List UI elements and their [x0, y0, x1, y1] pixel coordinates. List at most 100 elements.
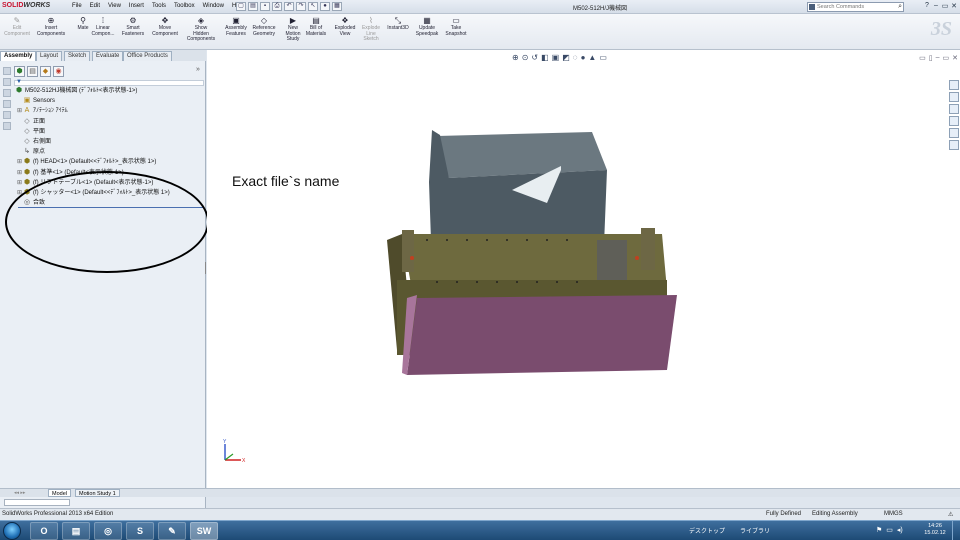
search-scope-icon[interactable] [809, 4, 815, 10]
save-icon[interactable]: ▪ [260, 2, 270, 11]
view-settings-icon[interactable]: ▭ [599, 53, 607, 62]
side-tool-icon[interactable] [3, 122, 11, 130]
head-box-top[interactable] [437, 132, 607, 178]
command-assembly-features-button[interactable]: ▣ Assembly Features [221, 16, 251, 37]
solidworks-logo[interactable]: SOLIDWORKS [2, 2, 50, 9]
new-file-icon[interactable]: ▢ [236, 2, 246, 11]
tab-sketch[interactable]: Sketch [64, 51, 91, 61]
tree-item[interactable]: ⬢ M502-512HJ機械図 (ﾃﾞﾌｫﾙﾄ<表示状態-1>) [14, 86, 204, 96]
undo-icon[interactable]: ↶ [284, 2, 294, 11]
tree-item[interactable]: ◇ 右側面 [14, 137, 204, 147]
command-linear-pattern-button[interactable]: ⁞ Linear Compon... [88, 16, 118, 37]
menu-edit[interactable]: Edit [86, 3, 104, 9]
menu-tools[interactable]: Tools [148, 3, 170, 9]
minimize-doc-icon[interactable]: – [936, 54, 940, 62]
search-commands-input[interactable]: Search Commands ⌕ [807, 2, 904, 12]
restore-doc-icon[interactable]: ▭ [943, 54, 950, 62]
menu-toolbox[interactable]: Toolbox [170, 3, 199, 9]
feature-tree-icon[interactable]: ⬢ [14, 66, 25, 77]
solidworks-taskbar-icon[interactable]: SW [190, 522, 218, 540]
command-reference-geometry-button[interactable]: ◇ Reference Geometry [249, 16, 279, 37]
zoom-to-area-icon[interactable]: ⊙ [522, 53, 529, 62]
menu-window[interactable]: Window [199, 3, 228, 9]
expand-icon[interactable]: ⊞ [17, 178, 22, 188]
inner-block[interactable] [597, 240, 627, 280]
menu-insert[interactable]: Insert [125, 3, 148, 9]
command-insert-components-button[interactable]: ⊕ Insert Components [36, 16, 66, 37]
close-icon[interactable]: ✕ [950, 2, 958, 10]
viewport-single-icon[interactable]: ▭ [919, 54, 926, 62]
appearances-icon[interactable] [949, 128, 959, 138]
expand-icon[interactable]: ⊞ [17, 168, 22, 178]
tree-item[interactable]: ◇ 平面 [14, 127, 204, 137]
view-palette-icon[interactable] [949, 116, 959, 126]
panel-expand-icon[interactable]: » [196, 66, 200, 73]
tab-assembly[interactable]: Assembly [0, 51, 37, 61]
side-tool-icon[interactable] [3, 67, 11, 75]
display-manager-icon[interactable]: ◉ [53, 66, 64, 77]
close-doc-icon[interactable]: ✕ [952, 54, 958, 62]
command-instant3d-button[interactable]: ⤡ Instant3D [383, 16, 413, 32]
tray-library-label[interactable]: ライブラリ [740, 526, 770, 535]
command-move-component-button[interactable]: ✥ Move Component [150, 16, 180, 37]
start-button[interactable] [3, 522, 21, 540]
assembly-model[interactable] [377, 130, 857, 390]
tab-evaluate[interactable]: Evaluate [92, 51, 124, 61]
viewport-split-icon[interactable]: ▯ [929, 54, 933, 62]
flag-icon[interactable]: ⚑ [876, 526, 882, 534]
options-icon[interactable]: ▦ [332, 2, 342, 11]
tree-item[interactable]: ◇ 正面 [14, 117, 204, 127]
section-view-icon[interactable]: ◧ [541, 53, 549, 62]
side-tool-icon[interactable] [3, 111, 11, 119]
view-orientation-icon[interactable]: ▣ [552, 53, 560, 62]
minimize-icon[interactable]: – [932, 2, 940, 10]
outlook-icon[interactable]: O [30, 522, 58, 540]
paint-icon[interactable]: ✎ [158, 522, 186, 540]
network-icon[interactable]: ▭ [886, 526, 893, 534]
rebuild-icon[interactable]: ● [320, 2, 330, 11]
side-tool-icon[interactable] [3, 89, 11, 97]
configuration-manager-icon[interactable]: ◆ [40, 66, 51, 77]
print-icon[interactable]: ⎙ [272, 2, 282, 11]
restore-icon[interactable]: ▭ [941, 2, 949, 10]
tab-model[interactable]: Model [48, 489, 71, 497]
file-explorer-icon[interactable] [949, 104, 959, 114]
explorer-icon[interactable]: ▤ [62, 522, 90, 540]
search-icon[interactable]: ⌕ [898, 3, 902, 11]
tab-office-products[interactable]: Office Products [123, 51, 172, 61]
graphics-area[interactable]: ⊕ ⊙ ↺ ◧ ▣ ◩ ◌ ● ▲ ▭ ▭ ▯ – ▭ ✕ Exact file… [207, 50, 960, 488]
tree-item[interactable]: ⊞ A ｱﾉﾃｰｼｮﾝ ｱｲﾃﾑ [14, 106, 204, 116]
display-style-icon[interactable]: ◩ [562, 53, 570, 62]
select-icon[interactable]: ↖ [308, 2, 318, 11]
expand-icon[interactable]: ⊞ [17, 157, 22, 167]
hide-show-icon[interactable]: ◌ [573, 53, 578, 62]
resources-icon[interactable] [949, 80, 959, 90]
command-speedpak-button[interactable]: ▦ Update Speedpak [412, 16, 442, 37]
zoom-to-fit-icon[interactable]: ⊕ [512, 53, 519, 62]
menu-file[interactable]: File [68, 3, 86, 9]
command-show-hidden-button[interactable]: ◈ Show Hidden Components [186, 16, 216, 43]
tab-layout[interactable]: Layout [36, 51, 63, 61]
horizontal-scrollbar[interactable] [4, 499, 70, 506]
command-snapshot-button[interactable]: ▭ Take Snapshot [441, 16, 471, 37]
command-smart-fasteners-button[interactable]: ⚙ Smart Fasteners [118, 16, 148, 37]
tab-scroll-arrows[interactable]: ◂◂ ▸▸ [14, 490, 25, 496]
status-units[interactable]: MMGS [884, 511, 903, 517]
command-edit-component-button[interactable]: ✎ Edit Component [2, 16, 32, 37]
property-manager-icon[interactable]: ▤ [27, 66, 38, 77]
appearance-icon[interactable]: ● [581, 53, 586, 62]
side-tool-icon[interactable] [3, 100, 11, 108]
shutter-panel[interactable] [407, 295, 677, 375]
scene-icon[interactable]: ▲ [588, 53, 596, 62]
tray-desktop-label[interactable]: デスクトップ [689, 526, 725, 535]
skype-icon[interactable]: S [126, 522, 154, 540]
expand-icon[interactable]: ⊞ [17, 106, 22, 116]
rebuild-status-icon[interactable]: ⚠ [948, 511, 953, 518]
command-bill-of-materials-button[interactable]: ▤ Bill of Materials [301, 16, 331, 37]
design-library-icon[interactable] [949, 92, 959, 102]
previous-view-icon[interactable]: ↺ [531, 53, 538, 62]
side-tool-icon[interactable] [3, 78, 11, 86]
redo-icon[interactable]: ↷ [296, 2, 306, 11]
tree-item[interactable]: ⊞ ⬢ (f) HEAD<1> (Default<<ﾃﾞﾌｫﾙﾄ>_表示状態 1>) [14, 157, 204, 167]
tree-item[interactable]: ↳ 原点 [14, 147, 204, 157]
